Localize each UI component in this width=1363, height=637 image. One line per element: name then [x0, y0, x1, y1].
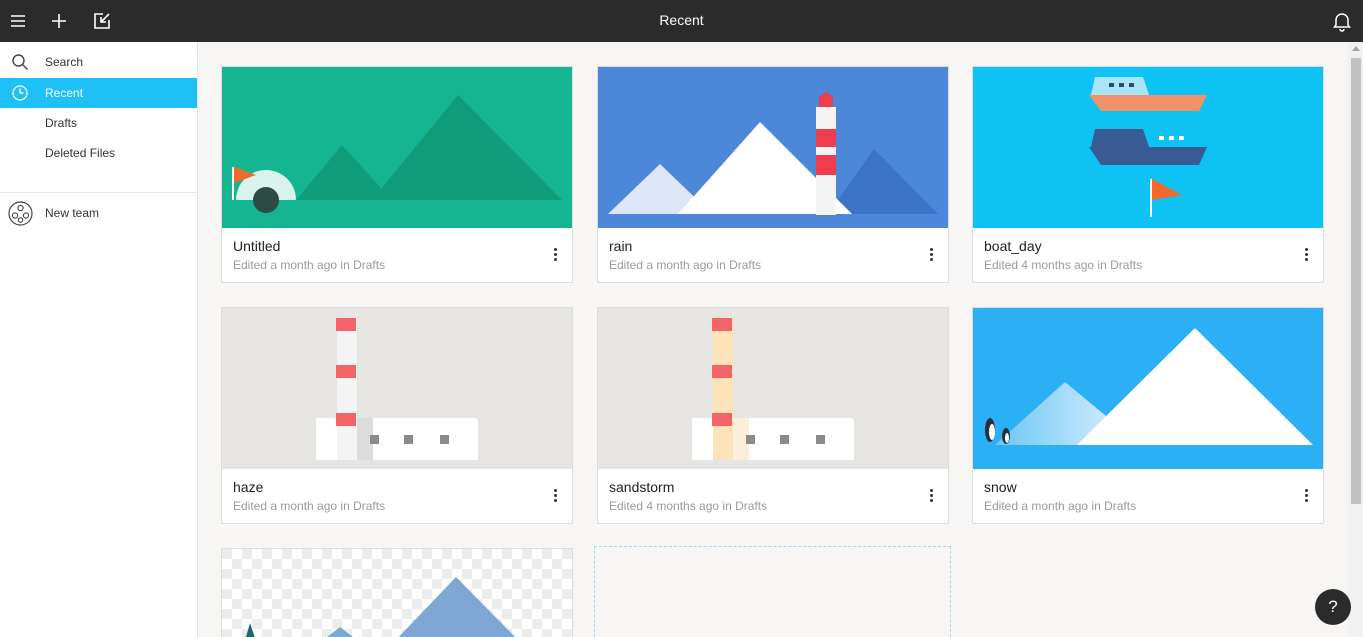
page-title: Recent — [659, 12, 704, 28]
file-card[interactable]: snow Edited a month ago in Drafts — [972, 307, 1324, 524]
file-thumbnail — [222, 308, 572, 469]
file-card[interactable]: sandstorm Edited 4 months ago in Drafts — [597, 307, 949, 524]
team-icon — [8, 201, 33, 226]
help-button[interactable]: ? — [1315, 589, 1351, 625]
more-options-icon[interactable] — [922, 246, 940, 266]
file-card[interactable]: haze Edited a month ago in Drafts — [221, 307, 573, 524]
sidebar-item-search[interactable]: Search — [0, 47, 197, 77]
more-options-icon[interactable] — [922, 487, 940, 507]
file-meta: Edited a month ago in Drafts — [609, 258, 762, 272]
more-options-icon[interactable] — [1297, 246, 1315, 266]
file-card[interactable]: Untitled Edited a month ago in Drafts — [221, 66, 573, 283]
sidebar-item-deleted-files[interactable]: Deleted Files — [0, 138, 197, 168]
scrollbar[interactable] — [1348, 42, 1363, 637]
file-thumbnail — [973, 67, 1323, 228]
file-meta: Edited a month ago in Drafts — [233, 499, 386, 513]
file-card[interactable] — [221, 548, 573, 637]
file-name: snow — [984, 479, 1017, 495]
file-name: boat_day — [984, 238, 1042, 254]
sidebar-item-drafts[interactable]: Drafts — [0, 108, 197, 138]
file-card[interactable]: boat_day Edited 4 months ago in Drafts — [972, 66, 1324, 283]
file-meta: Edited a month ago in Drafts — [233, 258, 386, 272]
sidebar-item-label: Drafts — [45, 116, 78, 130]
file-name: haze — [233, 479, 264, 495]
more-options-icon[interactable] — [1297, 487, 1315, 507]
file-meta: Edited 4 months ago in Drafts — [984, 258, 1143, 272]
new-file-placeholder[interactable] — [594, 546, 951, 637]
file-name: rain — [609, 238, 633, 254]
search-icon — [12, 54, 28, 70]
file-thumbnail — [598, 67, 948, 228]
sidebar-item-recent[interactable]: Recent — [0, 78, 197, 108]
file-card[interactable]: rain Edited a month ago in Drafts — [597, 66, 949, 283]
bell-icon[interactable] — [1330, 9, 1354, 33]
scroll-up-arrow[interactable] — [1352, 46, 1360, 51]
sidebar-item-label: New team — [45, 206, 100, 220]
sidebar-item-label: Deleted Files — [45, 146, 116, 160]
top-bar: Recent — [0, 0, 1363, 42]
sidebar-item-label: Recent — [45, 86, 84, 100]
sidebar-item-label: Search — [45, 55, 84, 69]
sidebar: Search Recent Drafts Deleted Files New t… — [0, 42, 198, 637]
file-thumbnail — [222, 549, 572, 637]
sidebar-divider — [0, 192, 197, 193]
file-thumbnail — [222, 67, 572, 228]
file-thumbnail — [973, 308, 1323, 469]
more-options-icon[interactable] — [546, 487, 564, 507]
file-thumbnail — [598, 308, 948, 469]
file-meta: Edited 4 months ago in Drafts — [609, 499, 768, 513]
file-name: Untitled — [233, 238, 281, 254]
clock-icon — [12, 85, 28, 101]
scrollbar-thumb[interactable] — [1351, 58, 1361, 504]
file-meta: Edited a month ago in Drafts — [984, 499, 1137, 513]
sidebar-item-new-team[interactable]: New team — [0, 198, 197, 228]
file-name: sandstorm — [609, 479, 675, 495]
more-options-icon[interactable] — [546, 246, 564, 266]
